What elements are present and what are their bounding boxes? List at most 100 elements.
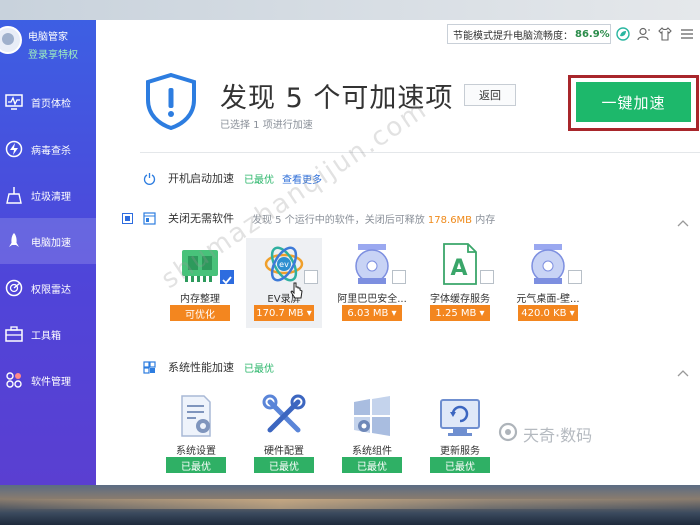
login-link[interactable]: 登录享特权 <box>28 46 78 61</box>
app-checkbox[interactable] <box>480 270 494 284</box>
perf-item-system-components[interactable]: 系统组件 已最优 <box>334 390 410 480</box>
section-performance: 系统性能加速 已最优 <box>142 357 282 377</box>
divider <box>140 152 700 153</box>
app-checkbox[interactable] <box>568 270 582 284</box>
broom-icon <box>4 185 24 205</box>
fps-label: 节能模式提升电脑流畅度： <box>453 30 573 42</box>
one-click-accelerate-button[interactable]: 一键加速 <box>576 82 691 122</box>
app-label: 系统设置 <box>176 446 216 457</box>
menu-icon[interactable] <box>678 25 696 43</box>
status-badge: 已最优 <box>244 174 274 186</box>
app-item-font-cache[interactable]: A 字体缓存服务 1.25 MB ▾ <box>422 238 498 328</box>
toolbox-icon <box>4 324 24 344</box>
app-tag[interactable]: 420.0 KB ▾ <box>518 305 578 321</box>
sidebar-item-label: 工具箱 <box>31 330 61 342</box>
user-icon[interactable] <box>635 25 653 43</box>
sidebar-item-junk-clean[interactable]: 垃圾清理 <box>0 172 96 218</box>
app-tag: 已最优 <box>254 457 314 473</box>
app-tag[interactable]: 170.7 MB ▾ <box>254 305 314 321</box>
section-checkbox[interactable] <box>122 213 133 224</box>
power-icon <box>142 171 156 185</box>
svg-text:A: A <box>450 256 467 281</box>
app-label: 元气桌面-壁... <box>516 294 580 305</box>
app-tag: 已最优 <box>342 457 402 473</box>
cd-installer-icon <box>526 242 570 286</box>
sidebar-item-permission-radar[interactable]: 权限雷达 <box>0 265 96 311</box>
warning-shield-icon <box>144 72 198 131</box>
grid-icon <box>142 360 156 374</box>
sidebar-item-toolbox[interactable]: 工具箱 <box>0 311 96 357</box>
fps-value: 86.9% <box>575 28 610 40</box>
collapse-chevron-icon[interactable] <box>676 363 690 377</box>
back-button[interactable]: 返回 <box>464 84 516 106</box>
app-item-ev-recorder[interactable]: ev EV录屏 170.7 MB ▾ <box>246 238 322 328</box>
windows-gear-icon <box>350 394 394 438</box>
lightning-icon <box>4 139 24 159</box>
app-label: 字体缓存服务 <box>430 294 490 305</box>
app-item-alibaba-security[interactable]: 阿里巴巴安全... 6.03 MB ▾ <box>334 238 410 328</box>
section-software: 关闭无需软件 发现 5 个运行中的软件，关闭后可释放 178.6MB 内存 <box>142 208 495 228</box>
app-label: 阿里巴巴安全... <box>337 294 407 305</box>
status-badge: 已最优 <box>244 363 274 375</box>
apps-icon <box>4 370 24 390</box>
desc-amount: 178.6MB <box>427 214 473 226</box>
perf-item-hardware-config[interactable]: 硬件配置 已最优 <box>246 390 322 480</box>
avatar[interactable] <box>0 26 22 54</box>
app-item-yuanqi-desktop[interactable]: 元气桌面-壁... 420.0 KB ▾ <box>510 238 586 328</box>
leaf-icon[interactable] <box>614 25 632 43</box>
selection-summary: 已选择 1 项进行加速 <box>220 120 313 131</box>
shirt-icon[interactable] <box>656 25 674 43</box>
perf-item-system-settings[interactable]: 系统设置 已最优 <box>158 390 234 480</box>
desktop-background-bottom <box>0 485 700 525</box>
desktop-background-top <box>0 0 700 20</box>
font-file-icon: A <box>438 242 482 286</box>
app-label: 系统组件 <box>352 446 392 457</box>
app-label: 硬件配置 <box>264 446 304 457</box>
sidebar-item-label: 垃圾清理 <box>31 191 71 203</box>
svg-text:ev: ev <box>279 260 289 269</box>
app-tag: 已最优 <box>430 457 490 473</box>
profile-name: 电脑管家 <box>28 32 68 43</box>
sidebar-item-label: 首页体检 <box>31 98 71 110</box>
window-icon <box>142 211 156 225</box>
sidebar-item-speedup[interactable]: 电脑加速 <box>0 218 96 264</box>
app-checkbox[interactable] <box>220 270 234 285</box>
refresh-icon <box>438 394 482 438</box>
sidebar-item-label: 软件管理 <box>31 376 71 388</box>
radar-icon <box>4 278 24 298</box>
desc-suffix: 内存 <box>475 214 496 226</box>
sidebar-item-label: 电脑加速 <box>31 237 71 249</box>
power-saving-indicator[interactable]: 节能模式提升电脑流畅度： 86.9% <box>447 24 611 44</box>
app-checkbox[interactable] <box>304 270 318 284</box>
mouse-cursor-icon <box>290 282 304 304</box>
brand-text: 天奇·数码 <box>523 426 593 445</box>
app-checkbox[interactable] <box>392 270 406 284</box>
app-tag[interactable]: 6.03 MB ▾ <box>342 305 402 321</box>
monitor-icon <box>4 92 24 112</box>
cd-installer-icon <box>350 242 394 286</box>
section-title: 系统性能加速 <box>168 361 234 374</box>
sidebar-item-virus-scan[interactable]: 病毒查杀 <box>0 126 96 172</box>
top-strip: 节能模式提升电脑流畅度： 86.9% <box>96 20 700 48</box>
sidebar-item-software-manager[interactable]: 软件管理 <box>0 357 96 403</box>
watermark-brand: 天奇·数码 <box>498 422 592 446</box>
collapse-chevron-icon[interactable] <box>676 213 690 227</box>
app-label: EV录屏 <box>267 294 301 305</box>
profile-area[interactable]: 电脑管家 登录享特权 <box>0 20 96 70</box>
wrench-tools-icon <box>262 394 306 438</box>
ev-recorder-icon: ev <box>262 242 306 286</box>
brand-logo-icon <box>498 422 518 446</box>
sidebar-item-checkup[interactable]: 首页体检 <box>0 79 96 125</box>
rocket-icon <box>4 231 24 251</box>
sidebar-item-label: 病毒查杀 <box>31 145 71 157</box>
sidebar-item-label: 权限雷达 <box>31 284 71 296</box>
app-tag[interactable]: 可优化 <box>170 305 230 321</box>
section-title: 开机启动加速 <box>168 172 234 185</box>
sidebar: 电脑管家 登录享特权 首页体检 病毒查杀 垃圾清理 电脑加速 权限雷达 工具箱 … <box>0 20 96 485</box>
settings-doc-icon <box>174 394 218 438</box>
main-panel: 节能模式提升电脑流畅度： 86.9% 发现 5 个可加速项 返回 已选择 1 项… <box>96 20 700 485</box>
app-label: 更新服务 <box>440 446 480 457</box>
app-tag[interactable]: 1.25 MB ▾ <box>430 305 490 321</box>
app-tag: 已最优 <box>166 457 226 473</box>
perf-item-update-service[interactable]: 更新服务 已最优 <box>422 390 498 480</box>
